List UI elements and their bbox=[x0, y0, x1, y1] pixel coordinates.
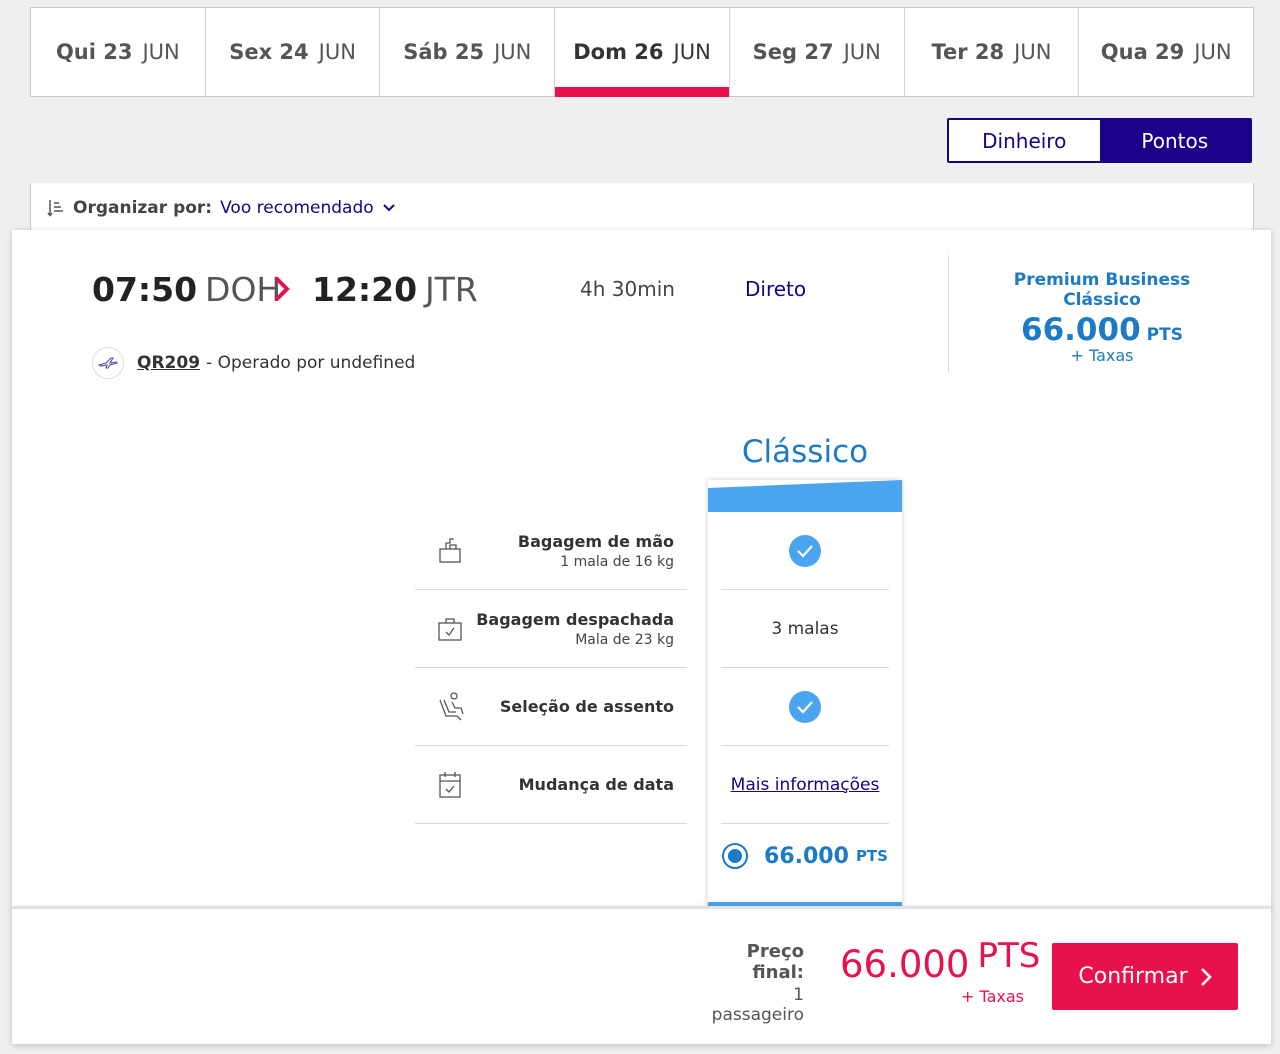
class-price-option[interactable]: 66.000 PTS bbox=[708, 824, 902, 888]
arrival-code: JTR bbox=[425, 270, 478, 309]
points-toggle-button[interactable]: Pontos bbox=[1099, 120, 1250, 161]
chevron-right-icon bbox=[274, 276, 290, 302]
class-column-header bbox=[708, 480, 902, 512]
date-tabs: Qui 23 JUN Sex 24 JUN Sáb 25 JUN Dom 26 JUN … bbox=[30, 7, 1254, 97]
sort-label: Organizar por: bbox=[73, 198, 213, 218]
flight-number-row: QR209 - Operado por undefined bbox=[92, 347, 415, 379]
check-icon bbox=[789, 690, 821, 723]
arrival: 12:20 JTR bbox=[312, 270, 478, 309]
feature-checked-bag: Bagagem despachada Mala de 23 kg bbox=[415, 590, 687, 668]
date-change-info: Mais informações bbox=[721, 746, 889, 824]
feature-checked-text: Bagagem despachada Mala de 23 kg bbox=[476, 610, 674, 648]
confirm-label: Confirmar bbox=[1078, 964, 1188, 989]
sort-bar: Organizar por: Voo recomendado bbox=[30, 183, 1254, 233]
feature-title: Seleção de assento bbox=[499, 697, 674, 716]
feature-title: Bagagem de mão bbox=[517, 531, 674, 551]
passenger-count: 1 passageiro bbox=[711, 985, 804, 1025]
feature-date-change-text: Mudança de data bbox=[519, 775, 674, 794]
calendar-icon bbox=[439, 771, 461, 798]
final-price-value: 66.000 bbox=[840, 943, 970, 986]
feature-subtitle: 1 mala de 16 kg bbox=[560, 553, 674, 570]
date-tab-qua-29[interactable]: Qua 29 JUN bbox=[1079, 8, 1253, 96]
arrival-time: 12:20 bbox=[312, 270, 418, 309]
date-tab-ter-28[interactable]: Ter 28 JUN bbox=[905, 8, 1080, 96]
final-price-label-group: Preço final: 1 passageiro bbox=[704, 941, 804, 1025]
class-price-value: 66.000 bbox=[764, 843, 849, 869]
seat-icon bbox=[439, 691, 464, 720]
money-toggle-button[interactable]: Dinheiro bbox=[949, 120, 1100, 161]
date-tab-dom-26[interactable]: Dom 26 JUN bbox=[555, 8, 730, 97]
feature-seat-text: Seleção de assento bbox=[500, 697, 674, 716]
flight-duration: 4h 30min bbox=[580, 277, 675, 301]
airline-logo bbox=[92, 347, 124, 379]
final-price-label: Preço final: bbox=[746, 941, 804, 983]
fare-price-value: 66.000 bbox=[1021, 312, 1141, 348]
checked-bag-icon bbox=[438, 617, 462, 641]
feature-carry-on: Bagagem de mão 1 mala de 16 kg bbox=[415, 512, 687, 590]
final-price: 66.000 PTS bbox=[840, 936, 1040, 986]
flight-number-link[interactable]: QR209 bbox=[137, 353, 200, 373]
fare-price-unit: PTS bbox=[1146, 325, 1183, 345]
sort-dropdown[interactable]: Voo recomendado bbox=[220, 198, 396, 218]
carry-on-bag-icon bbox=[439, 537, 461, 563]
date-tab-sex-24[interactable]: Sex 24 JUN bbox=[206, 8, 381, 96]
class-price-unit: PTS bbox=[855, 847, 888, 865]
date-tab-seg-27[interactable]: Seg 27 JUN bbox=[730, 8, 905, 96]
departure-time: 07:50 bbox=[92, 270, 198, 309]
sort-icon bbox=[47, 200, 63, 217]
feature-seat: Seleção de assento bbox=[415, 668, 687, 746]
carry-on-included bbox=[721, 512, 889, 590]
class-title: Clássico bbox=[741, 434, 869, 470]
sort-value-text: Voo recomendado bbox=[220, 198, 374, 218]
selected-radio[interactable] bbox=[722, 843, 749, 869]
fare-summary[interactable]: Premium Business Clássico 66.000 PTS + Ta… bbox=[972, 270, 1232, 365]
flight-card: 07:50 DOH 12:20 JTR 4h 30min Direto Premiu… bbox=[12, 230, 1271, 910]
operated-by: - Operado por undefined bbox=[206, 353, 416, 373]
fare-taxes: + Taxas bbox=[1070, 346, 1134, 365]
more-info-link[interactable]: Mais informações bbox=[731, 775, 880, 795]
departure: 07:50 DOH bbox=[92, 270, 281, 309]
stops-link[interactable]: Direto bbox=[745, 277, 806, 301]
price-footer: Preço final: 1 passageiro 66.000 PTS + Ta… bbox=[12, 906, 1271, 1044]
date-tab-qui-23[interactable]: Qui 23 JUN bbox=[31, 8, 206, 96]
checked-bag-count: 3 malas bbox=[721, 590, 889, 668]
feature-date-change: Mudança de data bbox=[415, 746, 687, 824]
fare-price: 66.000 PTS bbox=[972, 312, 1232, 348]
chevron-down-icon bbox=[382, 204, 395, 212]
fare-name: Premium Business Clássico bbox=[1013, 270, 1191, 310]
date-tab-sab-25[interactable]: Sáb 25 JUN bbox=[380, 8, 556, 96]
vertical-divider bbox=[948, 255, 949, 373]
seat-included bbox=[721, 668, 889, 746]
class-column[interactable]: 3 malas Mais informações 66.000 PTS bbox=[708, 480, 902, 910]
chevron-right-icon bbox=[1200, 967, 1212, 986]
confirm-button[interactable]: Confirmar bbox=[1052, 943, 1238, 1010]
feature-title: Bagagem despachada bbox=[476, 609, 674, 629]
airplane-icon bbox=[98, 357, 118, 369]
feature-carry-on-text: Bagagem de mão 1 mala de 16 kg bbox=[518, 532, 674, 570]
feature-subtitle: Mala de 23 kg bbox=[575, 631, 674, 648]
final-price-unit: PTS bbox=[977, 936, 1041, 976]
final-price-taxes: + Taxas bbox=[960, 987, 1024, 1006]
feature-list: Bagagem de mão 1 mala de 16 kg Bagagem d… bbox=[415, 512, 687, 824]
currency-toggle: Dinheiro Pontos bbox=[947, 118, 1252, 163]
feature-title: Mudança de data bbox=[518, 775, 674, 794]
check-icon bbox=[789, 534, 821, 567]
